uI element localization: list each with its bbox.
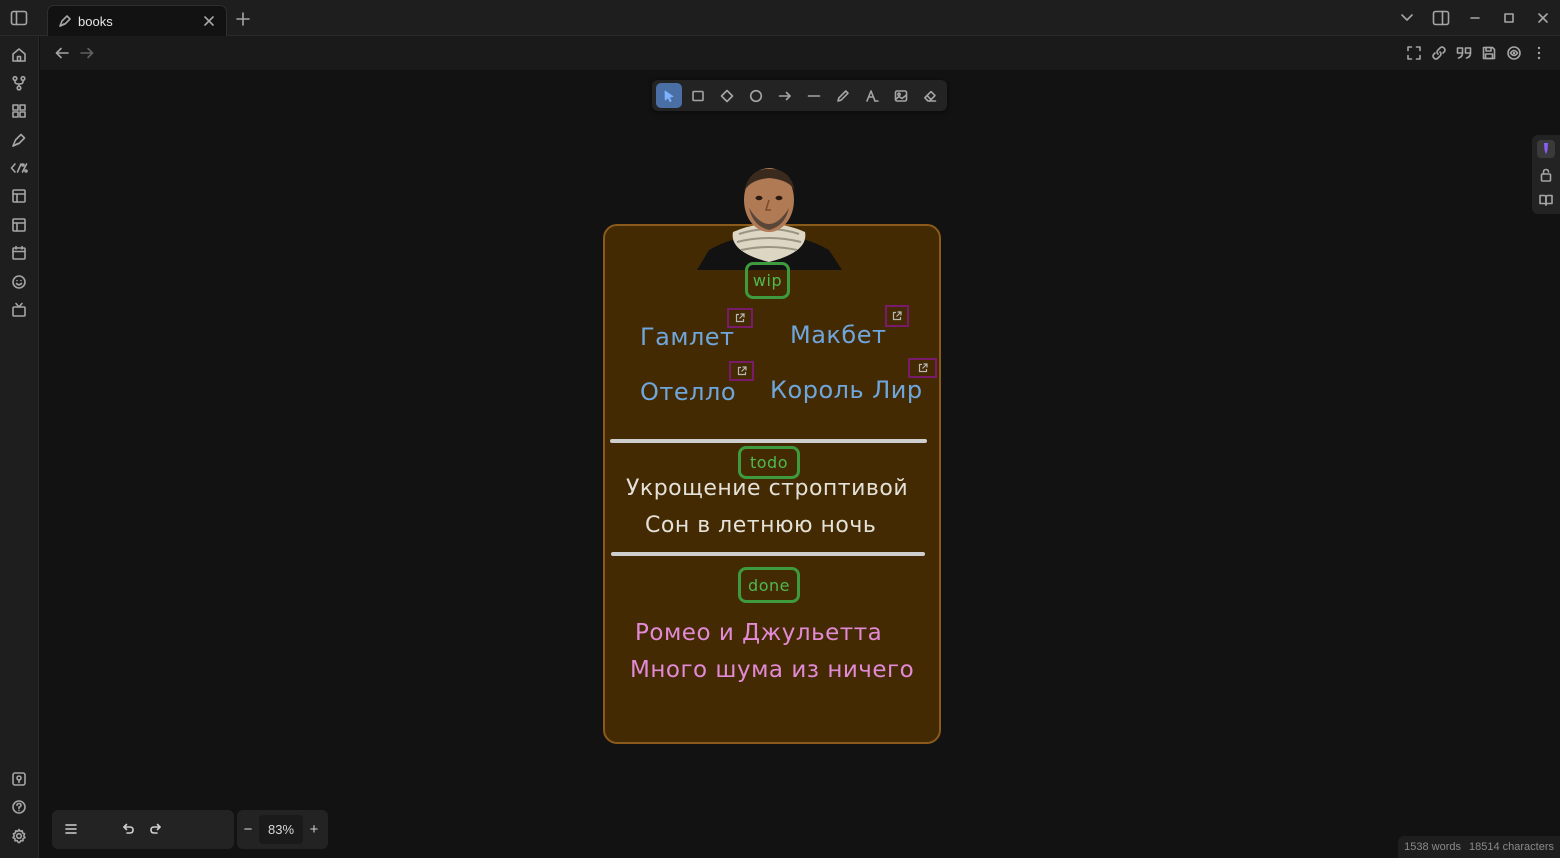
status-bar: 1538 words 18514 characters [1398,836,1560,858]
tab-books[interactable]: books [47,5,227,36]
settings-gear-icon[interactable] [10,827,28,845]
smiley-icon[interactable] [10,273,28,291]
back-arrow-icon[interactable] [53,44,71,62]
more-options-icon[interactable] [1530,44,1548,62]
library-book-icon[interactable] [1537,191,1555,209]
book-macbeth[interactable]: Макбет [790,321,886,349]
book-midsummer-nights-dream[interactable]: Сон в летнюю ночь [645,513,876,538]
dashboard-icon[interactable] [10,102,28,120]
zoom-level-reset[interactable]: 83% [259,815,303,844]
main-menu-group [52,810,234,849]
open-link-icon[interactable] [908,358,937,378]
maximize-icon[interactable] [1492,0,1526,36]
minimize-icon[interactable] [1458,0,1492,36]
book-king-lear[interactable]: Король Лир [770,376,923,404]
window-close-icon[interactable] [1526,0,1560,36]
book-much-ado-about-nothing[interactable]: Много шума из ничего [630,657,914,683]
quote-icon[interactable] [1455,44,1473,62]
arrow-tool[interactable] [772,83,798,108]
new-tab-button[interactable] [234,10,252,28]
sidebar-toggle-icon[interactable] [9,9,29,27]
fullscreen-icon[interactable] [1405,44,1423,62]
open-link-icon[interactable] [885,305,909,327]
pen-mode-icon[interactable] [1537,140,1555,158]
ellipse-tool[interactable] [743,83,769,108]
rectangle-tool[interactable] [685,83,711,108]
link-icon[interactable] [1430,44,1448,62]
zoom-in-button[interactable]: + [303,810,325,849]
layout-icon[interactable] [10,187,28,205]
zoom-controls: − 83% + [237,810,328,849]
close-icon[interactable] [202,14,216,28]
canvas-draw-icon[interactable] [10,131,28,149]
character-count: 18514 characters [1469,841,1554,853]
canvas-file-icon [58,14,72,28]
book-hamlet[interactable]: Гамлет [640,323,735,351]
shakespeare-portrait-image[interactable] [697,166,842,270]
excalidraw-logo-icon[interactable] [1505,44,1523,62]
app-window: books wip todo done Гамлет Макбет Отелло… [0,0,1560,858]
open-link-icon[interactable] [729,361,754,381]
tag-done[interactable]: done [738,567,800,603]
undo-icon[interactable] [119,820,137,838]
calendar-icon[interactable] [10,244,28,262]
vault-switch-icon[interactable] [10,770,28,788]
tab-list-chevron-down-icon[interactable] [1390,0,1424,36]
book-romeo-and-juliet[interactable]: Ромео и Джульетта [635,620,882,646]
eraser-tool[interactable] [917,83,943,108]
help-icon[interactable] [10,798,28,816]
hamburger-menu-icon[interactable] [62,820,80,838]
template-icon[interactable] [10,216,28,234]
tab-title: books [78,13,113,29]
lock-icon[interactable] [1537,166,1555,184]
templater-icon[interactable] [10,159,28,177]
toggle-right-sidebar-icon[interactable] [1424,0,1458,36]
book-taming-of-the-shrew[interactable]: Укрощение строптивой [626,476,908,501]
open-link-icon[interactable] [727,308,753,328]
selection-tool[interactable] [656,83,682,108]
image-tool[interactable] [888,83,914,108]
save-icon[interactable] [1480,44,1498,62]
divider-line[interactable] [611,552,925,556]
redo-icon[interactable] [147,820,165,838]
text-tool[interactable] [859,83,885,108]
tag-todo[interactable]: todo [738,446,800,479]
divider-line[interactable] [610,439,927,443]
right-side-panel [1532,135,1560,214]
view-header [40,36,1560,70]
line-tool[interactable] [801,83,827,108]
diamond-tool[interactable] [714,83,740,108]
word-count: 1538 words [1404,841,1461,853]
git-branch-icon[interactable] [10,74,28,92]
tag-wip[interactable]: wip [745,262,790,299]
zoom-out-button[interactable]: − [237,810,259,849]
home-icon[interactable] [10,46,28,64]
book-othello[interactable]: Отелло [640,378,736,406]
tv-icon[interactable] [10,301,28,319]
title-bar: books [0,0,1560,36]
left-ribbon [0,36,39,858]
pencil-tool[interactable] [830,83,856,108]
drawing-toolbar [652,80,947,111]
forward-arrow-icon[interactable] [78,44,96,62]
